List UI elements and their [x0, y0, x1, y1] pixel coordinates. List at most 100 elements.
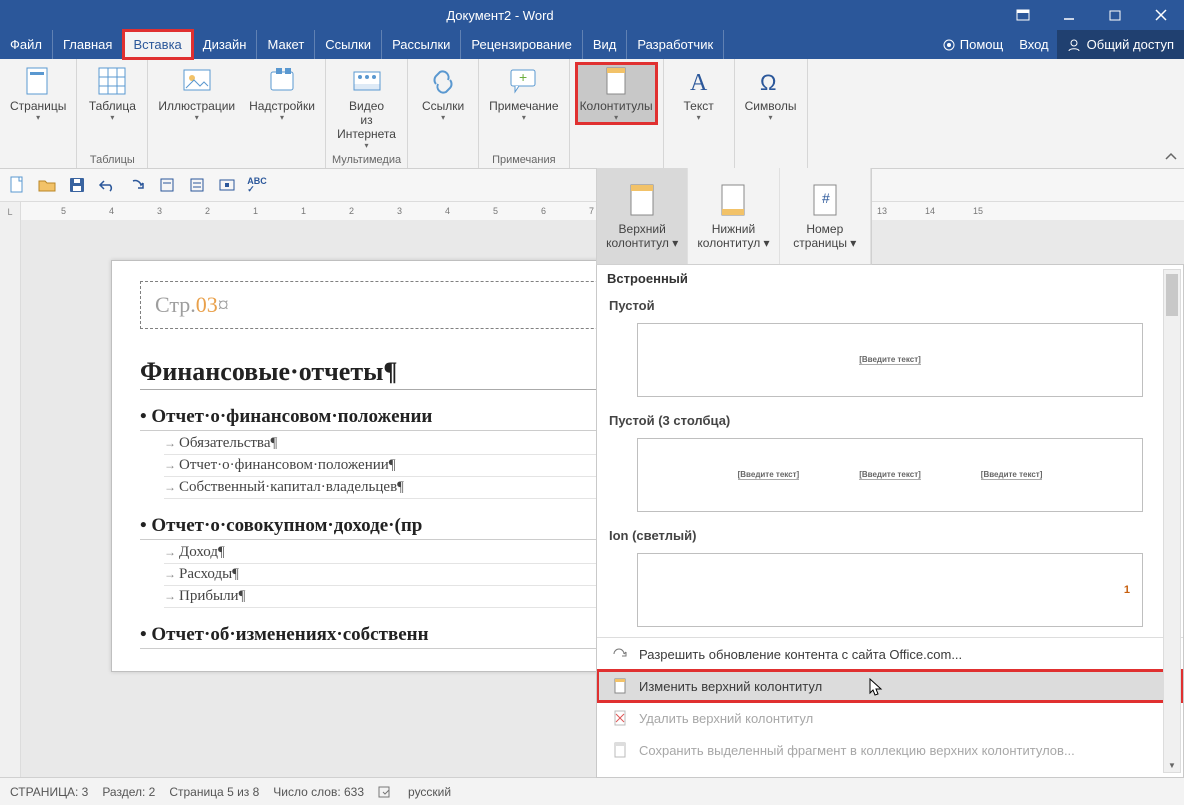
header-footer-subribbon: Верхний колонтитул ▾Нижний колонтитул ▾#…	[596, 168, 872, 265]
status-language[interactable]: русский	[408, 785, 451, 799]
window-title: Документ2 - Word	[0, 8, 1000, 23]
status-bar: СТРАНИЦА: 3 Раздел: 2 Страница 5 из 8 Чи…	[0, 777, 1184, 805]
scroll-thumb[interactable]	[1166, 274, 1178, 316]
tell-me[interactable]: Помощ	[934, 30, 1011, 59]
pages-button[interactable]: Страницы	[6, 63, 70, 124]
chevron-down-icon	[36, 113, 40, 122]
status-pages[interactable]: Страница 5 из 8	[169, 785, 259, 799]
gallery-footer-edit[interactable]: Изменить верхний колонтитул	[597, 670, 1183, 702]
close-icon[interactable]	[1138, 0, 1184, 30]
scroll-down-icon[interactable]: ▼	[1164, 758, 1180, 772]
footer-button-icon	[713, 182, 753, 218]
vertical-ruler[interactable]	[0, 220, 21, 778]
header-button[interactable]: Верхний колонтитул ▾	[597, 168, 688, 264]
remove-icon	[611, 709, 629, 727]
links-button-icon	[425, 65, 461, 97]
page-number-button[interactable]: #Номер страницы ▾	[780, 168, 871, 264]
tab-главная[interactable]: Главная	[53, 30, 123, 59]
text-button-icon: A	[681, 65, 717, 97]
tab-макет[interactable]: Макет	[257, 30, 315, 59]
share-button[interactable]: Общий доступ	[1057, 30, 1184, 59]
addins-button-icon	[264, 65, 300, 97]
tab-вставка[interactable]: Вставка	[123, 30, 192, 59]
gallery-item-title-blank: Пустой	[597, 292, 1183, 319]
gallery-scrollbar[interactable]: ▲ ▼	[1163, 269, 1181, 773]
gallery-footer-remove: Удалить верхний колонтитул	[597, 702, 1183, 734]
gallery-item-blank3[interactable]: [Введите текст][Введите текст][Введите т…	[637, 438, 1143, 512]
symbols-button-icon: Ω	[753, 65, 789, 97]
gallery-footer-save: Сохранить выделенный фрагмент в коллекци…	[597, 734, 1183, 766]
chevron-down-icon	[365, 141, 369, 150]
gallery-footer-update[interactable]: Разрешить обновление контента с сайта Of…	[597, 638, 1183, 670]
tab-дизайн[interactable]: Дизайн	[193, 30, 258, 59]
svg-text:+: +	[519, 69, 527, 85]
header-button-icon	[622, 182, 662, 218]
status-section[interactable]: Раздел: 2	[102, 785, 155, 799]
gallery-item-title-blank3: Пустой (3 столбца)	[597, 407, 1183, 434]
ribbon-display-icon[interactable]	[1000, 0, 1046, 30]
collapse-ribbon-icon[interactable]	[1158, 146, 1184, 168]
save-icon[interactable]	[66, 174, 88, 196]
addins-button[interactable]: Надстройки	[245, 63, 319, 124]
video-button-icon	[349, 65, 385, 97]
chevron-down-icon	[697, 113, 701, 122]
chevron-down-icon	[195, 113, 199, 122]
header-prefix: Стр.	[155, 292, 196, 317]
text-button[interactable]: AТекст	[670, 63, 728, 124]
tab-разработчик[interactable]: Разработчик	[627, 30, 724, 59]
update-icon	[611, 645, 629, 663]
gallery-item-ion-light[interactable]: 1	[637, 553, 1143, 627]
maximize-icon[interactable]	[1092, 0, 1138, 30]
proofing-icon[interactable]	[378, 785, 394, 799]
ruler-corner: L	[0, 202, 21, 222]
comment-button[interactable]: +Примечание	[485, 63, 562, 124]
chevron-down-icon	[769, 113, 773, 122]
undo-icon[interactable]	[96, 174, 118, 196]
illustrations-button-icon	[179, 65, 215, 97]
svg-text:A: A	[690, 70, 708, 96]
status-words[interactable]: Число слов: 633	[273, 785, 364, 799]
gallery-item-blank[interactable]: [Введите текст]	[637, 323, 1143, 397]
mouse-cursor-icon	[869, 678, 883, 696]
comment-button-icon: +	[506, 65, 542, 97]
status-page[interactable]: СТРАНИЦА: 3	[10, 785, 88, 799]
footer-button[interactable]: Нижний колонтитул ▾	[688, 168, 779, 264]
ribbon-tab-bar: ФайлГлавнаяВставкаДизайнМакетСсылкиРассы…	[0, 30, 1184, 59]
chevron-down-icon	[110, 113, 114, 122]
tab-рассылки[interactable]: Рассылки	[382, 30, 461, 59]
video-button[interactable]: ВидеоизИнтернета	[333, 63, 400, 152]
header-footer-button-icon	[598, 65, 634, 97]
table-button[interactable]: Таблица	[83, 63, 141, 124]
symbols-button[interactable]: ΩСимволы	[741, 63, 801, 124]
page-number-button-icon: #	[805, 182, 845, 218]
table-button-icon	[94, 65, 130, 97]
minimize-icon[interactable]	[1046, 0, 1092, 30]
tell-me-label: Помощ	[960, 37, 1003, 52]
tab-файл[interactable]: Файл	[0, 30, 53, 59]
new-doc-icon[interactable]	[6, 174, 28, 196]
open-icon[interactable]	[36, 174, 58, 196]
redo-icon[interactable]	[126, 174, 148, 196]
gallery-item-title-ion-light: Ion (светлый)	[597, 522, 1183, 549]
chevron-down-icon	[280, 113, 284, 122]
gallery-section-title: Встроенный	[597, 265, 1183, 292]
pages-button-icon	[20, 65, 56, 97]
header-footer-button[interactable]: Колонтитулы	[576, 63, 657, 124]
sign-in[interactable]: Вход	[1011, 30, 1056, 59]
illustrations-button[interactable]: Иллюстрации	[154, 63, 239, 124]
qa-icon-3[interactable]	[216, 174, 238, 196]
tab-рецензирование[interactable]: Рецензирование	[461, 30, 582, 59]
qa-icon-2[interactable]	[186, 174, 208, 196]
tab-вид[interactable]: Вид	[583, 30, 628, 59]
title-bar: Документ2 - Word	[0, 0, 1184, 30]
spellcheck-icon[interactable]: ABC✓	[246, 174, 268, 196]
horizontal-ruler[interactable]: L 54321123456789101112131415	[0, 202, 1184, 222]
quick-access-toolbar: ABC✓	[0, 169, 1184, 202]
links-button[interactable]: Ссылки	[414, 63, 472, 124]
header-gallery-panel: Встроенный Пустой [Введите текст] Пустой (…	[596, 264, 1184, 778]
save-icon	[611, 741, 629, 759]
qa-icon-1[interactable]	[156, 174, 178, 196]
edit-icon	[611, 677, 629, 695]
header-mark: ¤	[218, 292, 229, 317]
tab-ссылки[interactable]: Ссылки	[315, 30, 382, 59]
